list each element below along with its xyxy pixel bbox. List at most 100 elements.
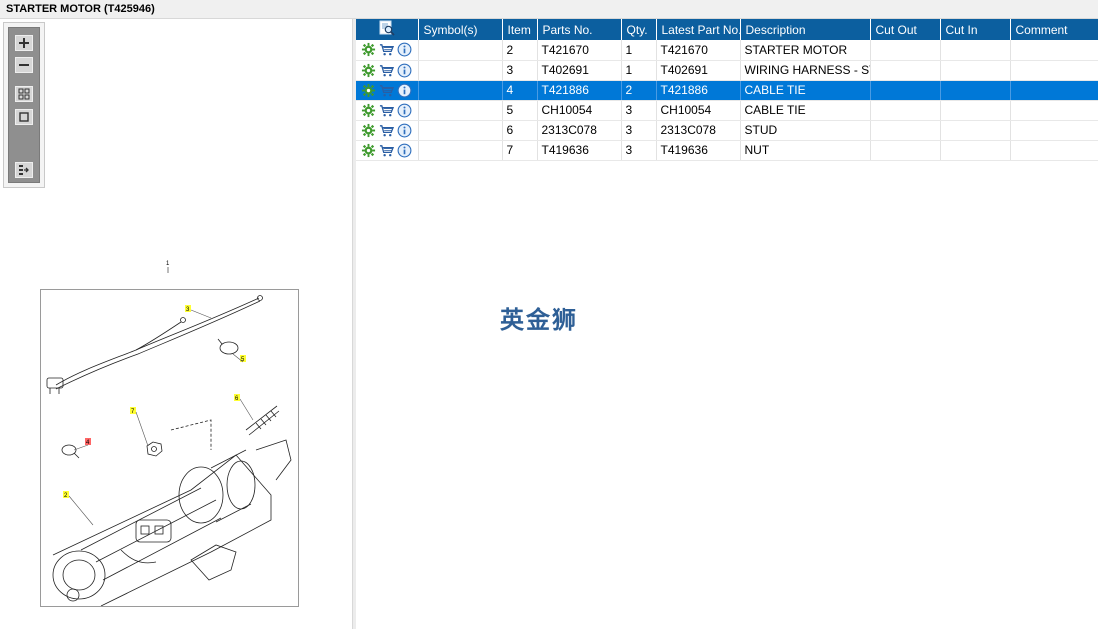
table-row[interactable]: 4 T421886 2 T421886 CABLE TIE: [356, 80, 1098, 101]
cell-latest-part-no: T421670: [656, 40, 741, 61]
cell-latest-part-no: T402691: [656, 60, 741, 81]
cell-description: STUD: [740, 120, 871, 141]
row-actions: [356, 40, 419, 61]
cell-symbols: [418, 120, 503, 141]
cell-comment: [1010, 40, 1098, 61]
table-row[interactable]: 2 T421670 1 T421670 STARTER MOTOR: [356, 40, 1098, 61]
shopping-cart-icon[interactable]: [379, 83, 395, 98]
column-header-latest-part-no[interactable]: Latest Part No.: [656, 19, 741, 40]
grid-icon: [18, 88, 30, 100]
cell-qty: 3: [621, 120, 657, 141]
settings-gear-icon[interactable]: [361, 83, 376, 98]
cell-comment: [1010, 100, 1098, 121]
column-header-parts-no[interactable]: Parts No.: [537, 19, 622, 40]
cell-qty: 3: [621, 140, 657, 161]
cell-item: 2: [502, 40, 538, 61]
minus-icon: [19, 64, 29, 66]
cell-description: WIRING HARNESS - STAR: [740, 60, 871, 81]
cell-cut-out: [870, 100, 941, 121]
cell-cut-out: [870, 140, 941, 161]
cell-description: CABLE TIE: [740, 80, 871, 101]
settings-gear-icon[interactable]: [361, 42, 376, 57]
cell-qty: 3: [621, 100, 657, 121]
watermark-text: 英金狮: [500, 306, 578, 334]
row-actions: [356, 80, 419, 101]
settings-gear-icon[interactable]: [361, 63, 376, 78]
shopping-cart-icon[interactable]: [379, 143, 395, 158]
export-button[interactable]: [15, 162, 33, 178]
cell-item: 4: [502, 80, 538, 101]
cell-comment: [1010, 120, 1098, 141]
info-icon[interactable]: [397, 143, 412, 158]
info-icon[interactable]: [397, 42, 412, 57]
shopping-cart-icon[interactable]: [379, 103, 395, 118]
cell-item: 6: [502, 120, 538, 141]
search-document-icon: [379, 20, 395, 36]
cell-symbols: [418, 80, 503, 101]
cell-parts-no: CH10054: [537, 100, 622, 121]
diagram-toolbox: [3, 22, 45, 188]
shopping-cart-icon[interactable]: [379, 63, 395, 78]
cell-qty: 2: [621, 80, 657, 101]
cell-cut-out: [870, 80, 941, 101]
table-row[interactable]: 6 2313C078 3 2313C078 STUD: [356, 120, 1098, 141]
table-header-row: Symbol(s) Item Parts No. Qty. Latest Par…: [356, 19, 1098, 40]
settings-gear-icon[interactable]: [361, 143, 376, 158]
diagram-pane: 1 3 5 6 7 4 2: [0, 19, 352, 629]
fit-all-button[interactable]: [15, 86, 33, 102]
cell-qty: 1: [621, 40, 657, 61]
table-row[interactable]: 5 CH10054 3 CH10054 CABLE TIE: [356, 100, 1098, 121]
settings-gear-icon[interactable]: [361, 103, 376, 118]
column-header-comment[interactable]: Comment: [1010, 19, 1098, 40]
column-header-cut-in[interactable]: Cut In: [940, 19, 1011, 40]
cell-item: 5: [502, 100, 538, 121]
assembly-callout: 1: [166, 261, 170, 273]
cell-description: STARTER MOTOR: [740, 40, 871, 61]
cell-cut-in: [940, 60, 1011, 81]
shopping-cart-icon[interactable]: [379, 42, 395, 57]
cell-symbols: [418, 40, 503, 61]
parts-list-grid: Symbol(s) Item Parts No. Qty. Latest Par…: [356, 19, 1098, 629]
window-title-bar: STARTER MOTOR (T425946): [0, 0, 1098, 19]
cell-parts-no: T421886: [537, 80, 622, 101]
plus-icon: [19, 38, 29, 48]
column-header-symbols[interactable]: Symbol(s): [418, 19, 503, 40]
cell-description: CABLE TIE: [740, 100, 871, 121]
cell-symbols: [418, 60, 503, 81]
cell-comment: [1010, 140, 1098, 161]
cell-comment: [1010, 80, 1098, 101]
column-header-cut-out[interactable]: Cut Out: [870, 19, 941, 40]
cell-parts-no: 2313C078: [537, 120, 622, 141]
exploded-parts-diagram[interactable]: 3 5 6 7 4 2: [40, 289, 299, 607]
cell-cut-in: [940, 80, 1011, 101]
shopping-cart-icon[interactable]: [379, 123, 395, 138]
info-icon[interactable]: [397, 103, 412, 118]
cell-parts-no: T402691: [537, 60, 622, 81]
cell-symbols: [418, 140, 503, 161]
info-icon[interactable]: [397, 123, 412, 138]
cell-cut-out: [870, 40, 941, 61]
cell-cut-out: [870, 120, 941, 141]
starter-motor-drawing: 3 5 6 7 4 2: [46, 295, 292, 607]
column-header-qty[interactable]: Qty.: [621, 19, 657, 40]
cell-description: NUT: [740, 140, 871, 161]
zoom-in-button[interactable]: [15, 35, 33, 51]
row-actions: [356, 120, 419, 141]
row-actions: [356, 60, 419, 81]
settings-gear-icon[interactable]: [361, 123, 376, 138]
window-title: STARTER MOTOR (T425946): [6, 3, 155, 15]
column-header-description[interactable]: Description: [740, 19, 871, 40]
info-icon[interactable]: [397, 83, 412, 98]
column-header-item[interactable]: Item: [502, 19, 538, 40]
actual-size-button[interactable]: [15, 109, 33, 125]
zoom-out-button[interactable]: [15, 57, 33, 73]
cell-item: 3: [502, 60, 538, 81]
info-icon[interactable]: [397, 63, 412, 78]
cell-cut-in: [940, 140, 1011, 161]
table-row[interactable]: 3T4026911T402691WIRING HARNESS - STAR: [356, 60, 1098, 81]
column-header-actions[interactable]: [356, 19, 419, 40]
cell-latest-part-no: T419636: [656, 140, 741, 161]
cell-latest-part-no: 2313C078: [656, 120, 741, 141]
cell-latest-part-no: CH10054: [656, 100, 741, 121]
table-row[interactable]: 7 T419636 3 T419636 NUT: [356, 140, 1098, 161]
